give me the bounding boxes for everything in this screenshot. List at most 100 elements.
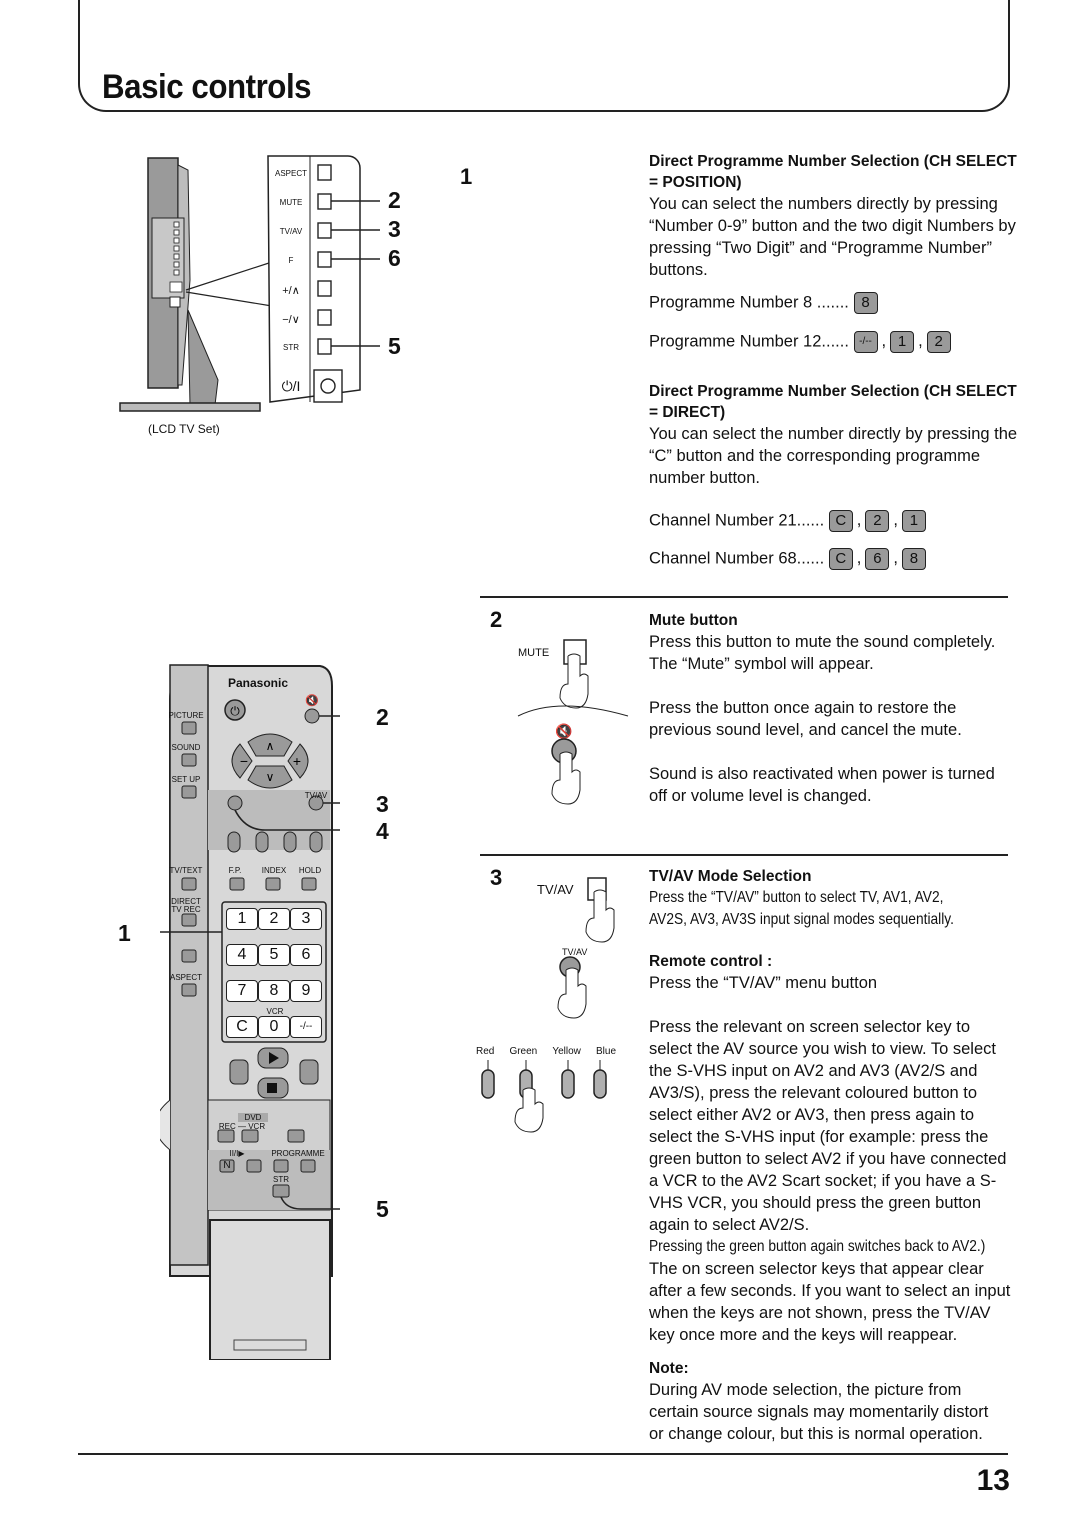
svg-text:∧: ∧: [266, 739, 275, 753]
section-1-direct-block: Direct Programme Number Selection (CH SE…: [649, 381, 1019, 489]
key-2: 2: [865, 510, 890, 532]
keypad-key-9[interactable]: 9: [290, 980, 322, 1002]
remote-callout-3: 3: [376, 791, 389, 817]
remote-label-vcr: VCR: [266, 1007, 284, 1016]
key-c: C: [828, 510, 853, 532]
keypad-key-7[interactable]: 7: [226, 980, 258, 1002]
svg-text:∨: ∨: [266, 770, 275, 784]
key-1: 1: [890, 331, 915, 353]
key-8: 8: [901, 548, 926, 570]
tv-label-tvav: TV/AV: [279, 227, 303, 236]
remote-label-str: STR: [273, 1175, 289, 1184]
section-divider: [480, 854, 1008, 856]
keypad-key-4[interactable]: 4: [226, 944, 258, 966]
key-1: 1: [901, 510, 926, 532]
remote-label-pause: II/I▶: [229, 1149, 245, 1158]
page-number: 13: [976, 1464, 1010, 1497]
keypad-key-2[interactable]: 2: [258, 908, 290, 930]
svg-text:−: −: [240, 753, 248, 769]
remote-label-tvav: TV/AV: [304, 791, 328, 800]
keypad-key-two-digit[interactable]: -/--: [290, 1016, 322, 1038]
remote-label-direct-tv-rec: DIRECT TV REC: [171, 897, 201, 914]
mute-heading: Mute button: [649, 612, 738, 629]
tv-callout-6: 6: [388, 245, 401, 271]
remote-key-n: N: [223, 1160, 231, 1171]
section-3-text: TV/AV Mode Selection Press the “TV/AV” b…: [649, 866, 1019, 1445]
remote-label-index: INDEX: [261, 866, 287, 875]
keypad-key-0[interactable]: 0: [258, 1016, 290, 1038]
tv-label-minus: −/∨: [282, 314, 300, 326]
section-1-position-block: Direct Programme Number Selection (CH SE…: [649, 151, 1019, 281]
remote-label-aspect: ASPECT: [169, 973, 202, 982]
keypad-key-3[interactable]: 3: [290, 908, 322, 930]
mute-para-3: Sound is also reactivated when power is …: [649, 765, 995, 805]
mute-para-2: Press the button once again to restore t…: [649, 699, 962, 739]
remote-brand-logo: Panasonic: [228, 676, 289, 690]
tv-label-str: STR: [283, 343, 299, 352]
key-c: C: [828, 548, 853, 570]
example-programme-12: Programme Number 12...... -/--, 1, 2: [649, 331, 951, 353]
remote-label-dvd: DVD: [238, 1113, 268, 1122]
key-2: 2: [926, 331, 951, 353]
remote-label-picture: PICTURE: [168, 711, 204, 720]
example-programme-8: Programme Number 8 ....... 8: [649, 292, 878, 314]
tv-label-power: ⏻/I: [281, 378, 301, 394]
svg-text:+: +: [293, 753, 301, 769]
remote-heading: Remote control :: [649, 953, 773, 970]
example-label: Channel Number 68......: [649, 549, 825, 568]
key-8: 8: [853, 292, 878, 314]
remote-label-setup: SET UP: [171, 775, 201, 784]
color-button-labels: Red Green Yellow Blue: [476, 1046, 616, 1057]
remote-label-programme: PROGRAMME: [271, 1149, 325, 1158]
section-1-direct-heading: Direct Programme Number Selection (CH SE…: [649, 383, 1017, 421]
example-label: Channel Number 21......: [649, 511, 825, 530]
mute-para-1: Press this button to mute the sound comp…: [649, 633, 996, 651]
tvav-para-cond: Pressing the green button again switches…: [649, 1238, 986, 1255]
remote-callout-2: 2: [376, 704, 389, 730]
remote-callout-1: 1: [118, 920, 131, 946]
tv-label-plus: +/∧: [282, 285, 300, 297]
tvav-press-illustration: [557, 877, 615, 1019]
section-1-position-body: You can select the numbers directly by p…: [649, 195, 1016, 279]
footer-rule: [78, 1453, 1008, 1455]
color-buttons-illustration: [481, 1060, 607, 1133]
keypad-key-8[interactable]: 8: [258, 980, 290, 1002]
remote-keypad: 1 2 3 4 5 6 7 8 9 C 0 -/--: [226, 908, 324, 1038]
section-1-direct-body: You can select the number directly by pr…: [649, 425, 1018, 487]
remote-label-hold: HOLD: [298, 866, 322, 875]
example-label: Programme Number 12......: [649, 332, 849, 351]
section-divider: [480, 596, 1008, 598]
keypad-key-c[interactable]: C: [226, 1016, 258, 1038]
keypad-key-6[interactable]: 6: [290, 944, 322, 966]
svg-text:🔇: 🔇: [305, 694, 319, 707]
tv-label-aspect: ASPECT: [274, 169, 307, 178]
example-label: Programme Number 8 .......: [649, 293, 849, 312]
remote-callout-4: 4: [376, 818, 389, 844]
svg-text:⏻: ⏻: [230, 704, 240, 718]
remote-body: Press the “TV/AV” menu button: [649, 974, 878, 992]
remote-label-fp: F.P.: [228, 866, 242, 875]
key-two-digit: -/--: [853, 331, 878, 353]
tv-label-f: F: [288, 256, 294, 265]
section-1-number: 1: [460, 164, 473, 189]
keypad-key-5[interactable]: 5: [258, 944, 290, 966]
remote-label-tvtext: TV/TEXT: [169, 866, 203, 875]
note-heading: Note:: [649, 1360, 689, 1377]
key-6: 6: [865, 548, 890, 570]
section-3-number: 3: [490, 865, 503, 890]
keypad-key-1[interactable]: 1: [226, 908, 258, 930]
tv-callout-5: 5: [388, 333, 401, 359]
tvav-para-2: The on screen selector keys that appear …: [649, 1260, 1011, 1344]
tvav-heading: TV/AV Mode Selection: [649, 868, 812, 885]
mute-press-illustration: 🔇: [517, 639, 629, 805]
tvav-para: Press the relevant on screen selector ke…: [649, 1018, 1007, 1234]
note-body: During AV mode selection, the picture fr…: [649, 1381, 989, 1443]
tv-caption: (LCD TV Set): [148, 422, 220, 436]
svg-text:🔇: 🔇: [555, 723, 572, 740]
tv-label-mute: MUTE: [279, 198, 303, 207]
color-label-green: Green: [509, 1046, 538, 1057]
remote-label-rec-vcr: REC — VCR: [218, 1122, 266, 1131]
color-label-red: Red: [476, 1046, 495, 1057]
tvav-line-2: AV2S, AV3, AV3S input signal modes seque…: [649, 911, 954, 928]
remote-callout-5: 5: [376, 1196, 389, 1222]
